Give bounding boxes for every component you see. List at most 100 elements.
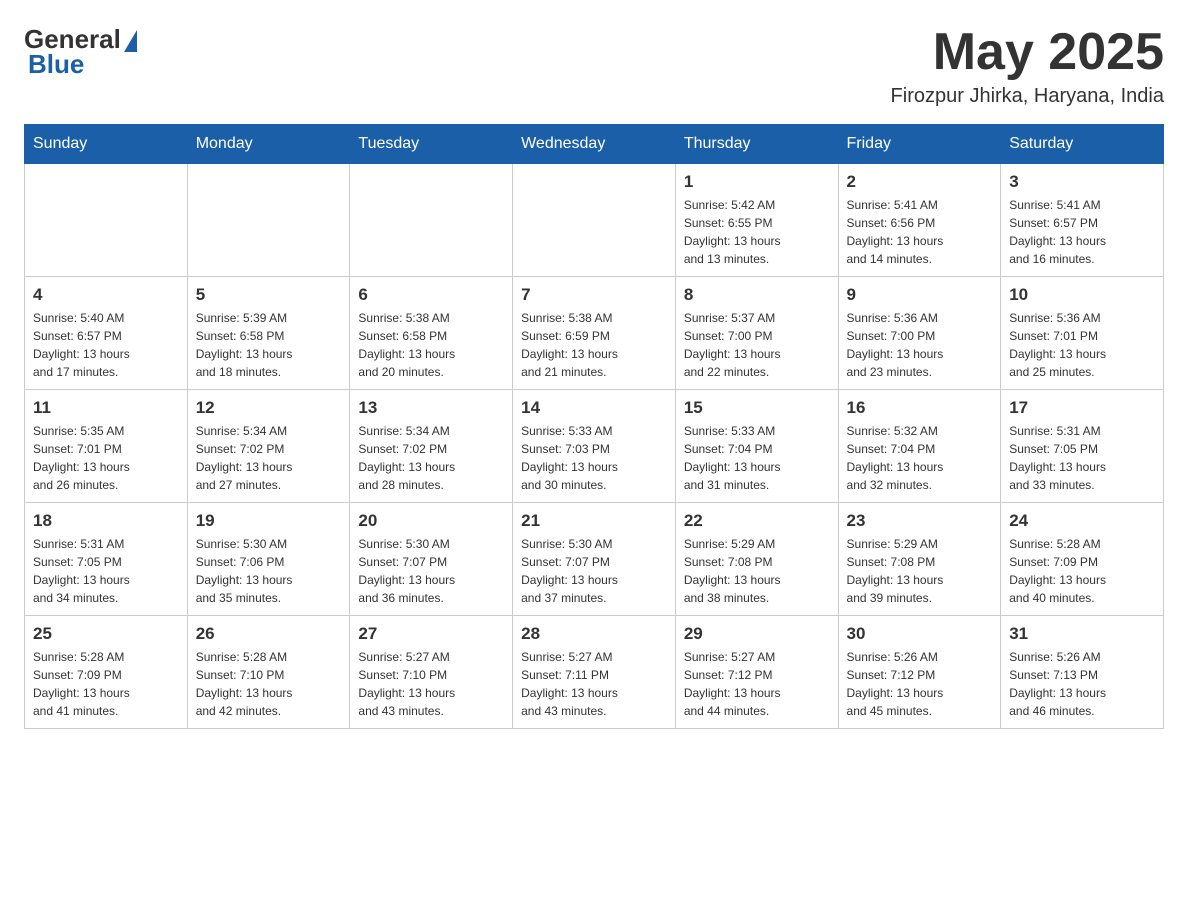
calendar-cell: 21 Sunrise: 5:30 AMSunset: 7:07 PMDayligh… xyxy=(513,503,676,616)
day-number: 8 xyxy=(684,285,830,305)
calendar-cell: 29Sunrise: 5:27 AMSunset: 7:12 PMDayligh… xyxy=(675,616,838,729)
day-number: 18 xyxy=(33,511,179,531)
day-info: Sunrise: 5:26 AMSunset: 7:13 PMDaylight:… xyxy=(1009,648,1155,720)
month-title: May 2025 xyxy=(891,24,1164,81)
calendar-cell: 8 Sunrise: 5:37 AMSunset: 7:00 PMDaylight… xyxy=(675,277,838,390)
calendar-cell: 26Sunrise: 5:28 AMSunset: 7:10 PMDayligh… xyxy=(187,616,350,729)
day-number: 3 xyxy=(1009,172,1155,192)
day-number: 28 xyxy=(521,624,667,644)
calendar-cell: 24 Sunrise: 5:28 AMSunset: 7:09 PMDayligh… xyxy=(1001,503,1164,616)
day-info: Sunrise: 5:40 AMSunset: 6:57 PMDaylight:… xyxy=(33,309,179,381)
calendar-cell xyxy=(187,164,350,277)
calendar-week-4: 18 Sunrise: 5:31 AMSunset: 7:05 PMDayligh… xyxy=(25,503,1164,616)
calendar-cell: 27 Sunrise: 5:27 AMSunset: 7:10 PMDayligh… xyxy=(350,616,513,729)
day-info: Sunrise: 5:30 AMSunset: 7:07 PMDaylight:… xyxy=(358,535,504,607)
calendar-cell: 10Sunrise: 5:36 AMSunset: 7:01 PMDayligh… xyxy=(1001,277,1164,390)
calendar-cell: 11Sunrise: 5:35 AMSunset: 7:01 PMDayligh… xyxy=(25,390,188,503)
calendar-cell: 5 Sunrise: 5:39 AMSunset: 6:58 PMDaylight… xyxy=(187,277,350,390)
col-header-friday: Friday xyxy=(838,125,1001,164)
col-header-saturday: Saturday xyxy=(1001,125,1164,164)
calendar-week-1: 1 Sunrise: 5:42 AMSunset: 6:55 PMDaylight… xyxy=(25,164,1164,277)
day-info: Sunrise: 5:36 AMSunset: 7:00 PMDaylight:… xyxy=(847,309,993,381)
day-number: 23 xyxy=(847,511,993,531)
calendar-cell: 14 Sunrise: 5:33 AMSunset: 7:03 PMDayligh… xyxy=(513,390,676,503)
day-info: Sunrise: 5:27 AMSunset: 7:12 PMDaylight:… xyxy=(684,648,830,720)
day-number: 13 xyxy=(358,398,504,418)
col-header-monday: Monday xyxy=(187,125,350,164)
calendar-cell: 3 Sunrise: 5:41 AMSunset: 6:57 PMDaylight… xyxy=(1001,164,1164,277)
calendar-cell: 20 Sunrise: 5:30 AMSunset: 7:07 PMDayligh… xyxy=(350,503,513,616)
day-info: Sunrise: 5:37 AMSunset: 7:00 PMDaylight:… xyxy=(684,309,830,381)
calendar-header-row: SundayMondayTuesdayWednesdayThursdayFrid… xyxy=(25,125,1164,164)
day-info: Sunrise: 5:38 AMSunset: 6:59 PMDaylight:… xyxy=(521,309,667,381)
calendar-cell: 23 Sunrise: 5:29 AMSunset: 7:08 PMDayligh… xyxy=(838,503,1001,616)
calendar-cell: 2Sunrise: 5:41 AMSunset: 6:56 PMDaylight… xyxy=(838,164,1001,277)
day-info: Sunrise: 5:28 AMSunset: 7:09 PMDaylight:… xyxy=(1009,535,1155,607)
calendar-week-2: 4 Sunrise: 5:40 AMSunset: 6:57 PMDaylight… xyxy=(25,277,1164,390)
page-header: General Blue May 2025 Firozpur Jhirka, H… xyxy=(24,24,1164,108)
day-number: 14 xyxy=(521,398,667,418)
day-number: 4 xyxy=(33,285,179,305)
day-info: Sunrise: 5:27 AMSunset: 7:11 PMDaylight:… xyxy=(521,648,667,720)
day-number: 30 xyxy=(847,624,993,644)
title-section: May 2025 Firozpur Jhirka, Haryana, India xyxy=(891,24,1164,108)
calendar-cell xyxy=(350,164,513,277)
day-info: Sunrise: 5:32 AMSunset: 7:04 PMDaylight:… xyxy=(847,422,993,494)
day-info: Sunrise: 5:30 AMSunset: 7:06 PMDaylight:… xyxy=(196,535,342,607)
day-info: Sunrise: 5:33 AMSunset: 7:03 PMDaylight:… xyxy=(521,422,667,494)
day-info: Sunrise: 5:39 AMSunset: 6:58 PMDaylight:… xyxy=(196,309,342,381)
calendar-cell: 12 Sunrise: 5:34 AMSunset: 7:02 PMDayligh… xyxy=(187,390,350,503)
day-info: Sunrise: 5:28 AMSunset: 7:09 PMDaylight:… xyxy=(33,648,179,720)
day-number: 11 xyxy=(33,398,179,418)
day-info: Sunrise: 5:41 AMSunset: 6:57 PMDaylight:… xyxy=(1009,196,1155,268)
calendar-week-3: 11Sunrise: 5:35 AMSunset: 7:01 PMDayligh… xyxy=(25,390,1164,503)
day-number: 22 xyxy=(684,511,830,531)
logo: General Blue xyxy=(24,24,137,80)
day-info: Sunrise: 5:27 AMSunset: 7:10 PMDaylight:… xyxy=(358,648,504,720)
col-header-thursday: Thursday xyxy=(675,125,838,164)
calendar-cell: 16 Sunrise: 5:32 AMSunset: 7:04 PMDayligh… xyxy=(838,390,1001,503)
day-number: 5 xyxy=(196,285,342,305)
day-number: 21 xyxy=(521,511,667,531)
day-number: 15 xyxy=(684,398,830,418)
calendar-cell: 17 Sunrise: 5:31 AMSunset: 7:05 PMDayligh… xyxy=(1001,390,1164,503)
calendar-table: SundayMondayTuesdayWednesdayThursdayFrid… xyxy=(24,124,1164,729)
calendar-cell: 30 Sunrise: 5:26 AMSunset: 7:12 PMDayligh… xyxy=(838,616,1001,729)
calendar-cell: 15Sunrise: 5:33 AMSunset: 7:04 PMDayligh… xyxy=(675,390,838,503)
calendar-cell: 6 Sunrise: 5:38 AMSunset: 6:58 PMDaylight… xyxy=(350,277,513,390)
day-number: 9 xyxy=(847,285,993,305)
col-header-tuesday: Tuesday xyxy=(350,125,513,164)
day-number: 16 xyxy=(847,398,993,418)
day-number: 6 xyxy=(358,285,504,305)
day-number: 1 xyxy=(684,172,830,192)
day-info: Sunrise: 5:31 AMSunset: 7:05 PMDaylight:… xyxy=(1009,422,1155,494)
day-number: 19 xyxy=(196,511,342,531)
day-info: Sunrise: 5:42 AMSunset: 6:55 PMDaylight:… xyxy=(684,196,830,268)
day-info: Sunrise: 5:34 AMSunset: 7:02 PMDaylight:… xyxy=(358,422,504,494)
day-info: Sunrise: 5:38 AMSunset: 6:58 PMDaylight:… xyxy=(358,309,504,381)
day-info: Sunrise: 5:29 AMSunset: 7:08 PMDaylight:… xyxy=(684,535,830,607)
day-number: 24 xyxy=(1009,511,1155,531)
day-number: 25 xyxy=(33,624,179,644)
day-info: Sunrise: 5:30 AMSunset: 7:07 PMDaylight:… xyxy=(521,535,667,607)
day-number: 12 xyxy=(196,398,342,418)
calendar-cell: 18 Sunrise: 5:31 AMSunset: 7:05 PMDayligh… xyxy=(25,503,188,616)
day-number: 17 xyxy=(1009,398,1155,418)
day-number: 20 xyxy=(358,511,504,531)
day-info: Sunrise: 5:29 AMSunset: 7:08 PMDaylight:… xyxy=(847,535,993,607)
day-info: Sunrise: 5:26 AMSunset: 7:12 PMDaylight:… xyxy=(847,648,993,720)
day-number: 31 xyxy=(1009,624,1155,644)
calendar-cell xyxy=(513,164,676,277)
calendar-cell: 25 Sunrise: 5:28 AMSunset: 7:09 PMDayligh… xyxy=(25,616,188,729)
col-header-sunday: Sunday xyxy=(25,125,188,164)
day-info: Sunrise: 5:31 AMSunset: 7:05 PMDaylight:… xyxy=(33,535,179,607)
calendar-cell: 7Sunrise: 5:38 AMSunset: 6:59 PMDaylight… xyxy=(513,277,676,390)
day-info: Sunrise: 5:34 AMSunset: 7:02 PMDaylight:… xyxy=(196,422,342,494)
day-info: Sunrise: 5:36 AMSunset: 7:01 PMDaylight:… xyxy=(1009,309,1155,381)
calendar-cell: 9 Sunrise: 5:36 AMSunset: 7:00 PMDaylight… xyxy=(838,277,1001,390)
day-info: Sunrise: 5:41 AMSunset: 6:56 PMDaylight:… xyxy=(847,196,993,268)
day-number: 27 xyxy=(358,624,504,644)
location-text: Firozpur Jhirka, Haryana, India xyxy=(891,85,1164,108)
day-info: Sunrise: 5:28 AMSunset: 7:10 PMDaylight:… xyxy=(196,648,342,720)
calendar-cell: 28 Sunrise: 5:27 AMSunset: 7:11 PMDayligh… xyxy=(513,616,676,729)
